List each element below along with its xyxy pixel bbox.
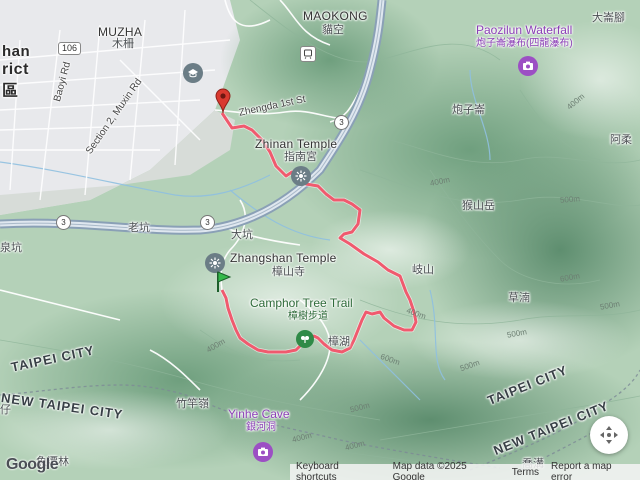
camera-icon[interactable] — [253, 442, 273, 462]
paozilun-waterfall-zh-label: 炮子崙瀑布(四龍瀑布) — [476, 38, 573, 49]
yinhe-cave-label[interactable]: Yinhe Cave — [228, 408, 290, 420]
camera-control-icon — [600, 426, 618, 444]
muzha-zh-label: 木柵 — [112, 38, 134, 50]
attribution-bar: Keyboard shortcuts Map data ©2025 Google… — [290, 461, 640, 480]
yinhe-cave-zh-label: 銀河洞 — [246, 422, 276, 433]
maokong-zh-label: 貓空 — [322, 24, 344, 36]
start-flag-icon[interactable] — [214, 270, 232, 294]
district-zh-label: 區 — [2, 83, 19, 100]
paozilun-waterfall-label[interactable]: Paozilun Waterfall — [476, 24, 572, 36]
map-canvas[interactable]: 106 3 3 3 MAOKONG 貓空 MUZHA 木柵 han rict 區… — [0, 0, 640, 480]
district-label-line2: rict — [2, 61, 29, 78]
zhinan-temple-zh-label: 指南宮 — [284, 151, 317, 163]
dakeng-label: 大坑 — [231, 229, 253, 241]
caoliao-label: 草湳 — [508, 292, 530, 304]
zi-label: 仔 — [0, 404, 11, 416]
map-data-text: Map data ©2025 Google — [392, 461, 467, 480]
route-106-shield: 106 — [58, 42, 82, 55]
route-3-shield: 3 — [56, 215, 71, 230]
paozilun-zh-label: 炮子崙 — [452, 104, 485, 116]
temple-icon[interactable] — [291, 166, 311, 186]
map-camera-control-button[interactable] — [590, 416, 628, 454]
zhinan-temple-label[interactable]: Zhinan Temple — [255, 138, 337, 150]
transit-icon[interactable] — [300, 46, 316, 62]
dashilun-label: 大崙腳 — [592, 12, 625, 24]
route-3-shield: 3 — [334, 115, 349, 130]
keyboard-shortcuts-link[interactable]: Keyboard shortcuts — [290, 461, 387, 480]
zhugan-ling-label: 竹竿嶺 — [176, 398, 209, 410]
terms-link[interactable]: Terms — [506, 467, 545, 478]
muzha-label[interactable]: MUZHA — [98, 26, 142, 38]
qishan-label: 岐山 — [412, 264, 434, 276]
district-label-line1: han — [2, 43, 31, 60]
zhanghu-label: 樟湖 — [328, 336, 350, 348]
end-marker-icon[interactable] — [215, 88, 231, 114]
report-map-error-link[interactable]: Report a map error — [545, 461, 640, 480]
camphor-trail-zh-label: 樟樹步道 — [288, 311, 328, 322]
elevation-label: 500m — [559, 194, 581, 205]
google-logo: Google — [6, 456, 59, 473]
zhangshan-temple-label[interactable]: Zhangshan Temple — [230, 252, 337, 264]
route-3-shield: 3 — [200, 215, 215, 230]
maokong-label[interactable]: MAOKONG — [303, 10, 368, 22]
houshanyue-label: 猴山岳 — [462, 200, 495, 212]
quankeng-label: 泉坑 — [0, 242, 22, 254]
laokeng-label: 老坑 — [128, 222, 150, 234]
camera-icon[interactable] — [518, 56, 538, 76]
camphor-trail-label[interactable]: Camphor Tree Trail — [250, 297, 353, 309]
university-icon[interactable] — [183, 63, 203, 83]
ahqi-label: 阿柔 — [610, 134, 632, 146]
park-icon[interactable] — [296, 330, 314, 348]
zhangshan-temple-zh-label: 樟山寺 — [272, 266, 305, 278]
